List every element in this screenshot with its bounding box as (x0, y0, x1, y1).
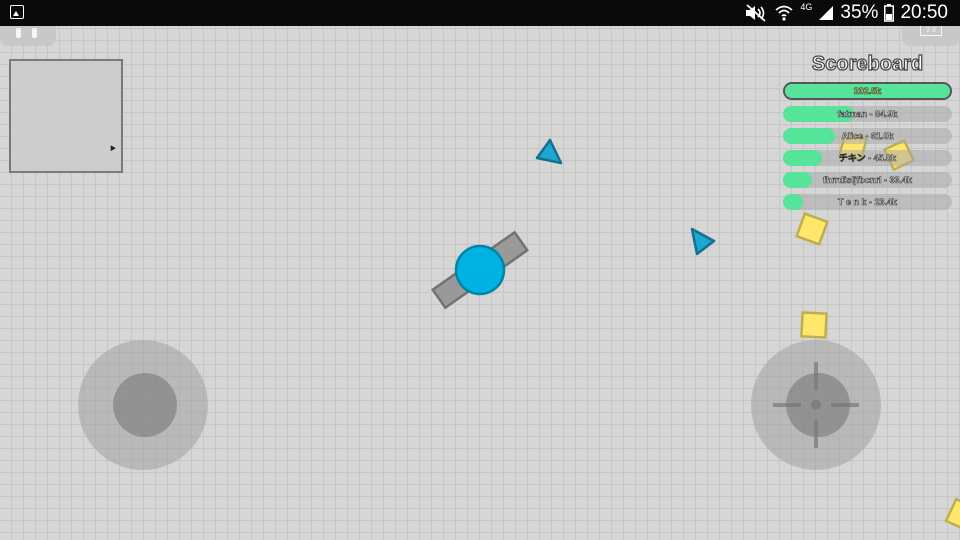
movement-joystick[interactable] (78, 340, 208, 470)
network-type: 4G (800, 2, 813, 12)
clock-time: 20:50 (900, 2, 948, 23)
scoreboard-entry: T e n k - 23.4k (783, 194, 952, 210)
status-bar-right: 4G 35% 20:50 (744, 0, 948, 26)
scoreboard-entry: Alice - 61.0k (783, 128, 952, 144)
scoreboard-entry-label: fhrrdisljfbcnrl - 33.4k (822, 175, 913, 186)
battery-percent: 35% (840, 2, 879, 23)
scoreboard-entry: fatman - 84.9k (783, 106, 952, 122)
mute-icon (746, 4, 767, 22)
aim-joystick[interactable] (751, 340, 881, 470)
square-shape (795, 212, 829, 246)
triangle-shape (535, 138, 563, 165)
movement-joystick-knob[interactable] (113, 373, 177, 437)
triangle-shape (690, 227, 716, 256)
scoreboard-entry-label: Alice - 61.0k (841, 131, 894, 142)
square-shape (944, 497, 960, 533)
scoreboard-entry: チキン - 45.0k (783, 150, 952, 166)
status-bar: 4G 35% 20:50 (0, 0, 960, 26)
scoreboard-title: Scoreboard (811, 52, 924, 75)
scoreboard-entry: 202.5k (783, 82, 952, 100)
scoreboard-entry-label: T e n k - 23.4k (837, 197, 898, 208)
leaderboard-icon: 2 3 (920, 26, 942, 36)
scoreboard-entry-label: 202.5k (853, 86, 882, 97)
square-shape (800, 311, 828, 339)
wifi-icon (775, 5, 793, 21)
player-tank (430, 230, 530, 310)
battery-icon (884, 4, 895, 22)
signal-icon (819, 6, 834, 20)
scoreboard-entry-label: fatman - 84.9k (837, 109, 898, 120)
scoreboard-entry-label: チキン - 45.0k (838, 153, 897, 164)
scoreboard: Scoreboard 202.5k fatman - 84.9k Alice -… (783, 52, 952, 216)
scoreboard-entry: fhrrdisljfbcnrl - 33.4k (783, 172, 952, 188)
gallery-icon (10, 5, 24, 19)
